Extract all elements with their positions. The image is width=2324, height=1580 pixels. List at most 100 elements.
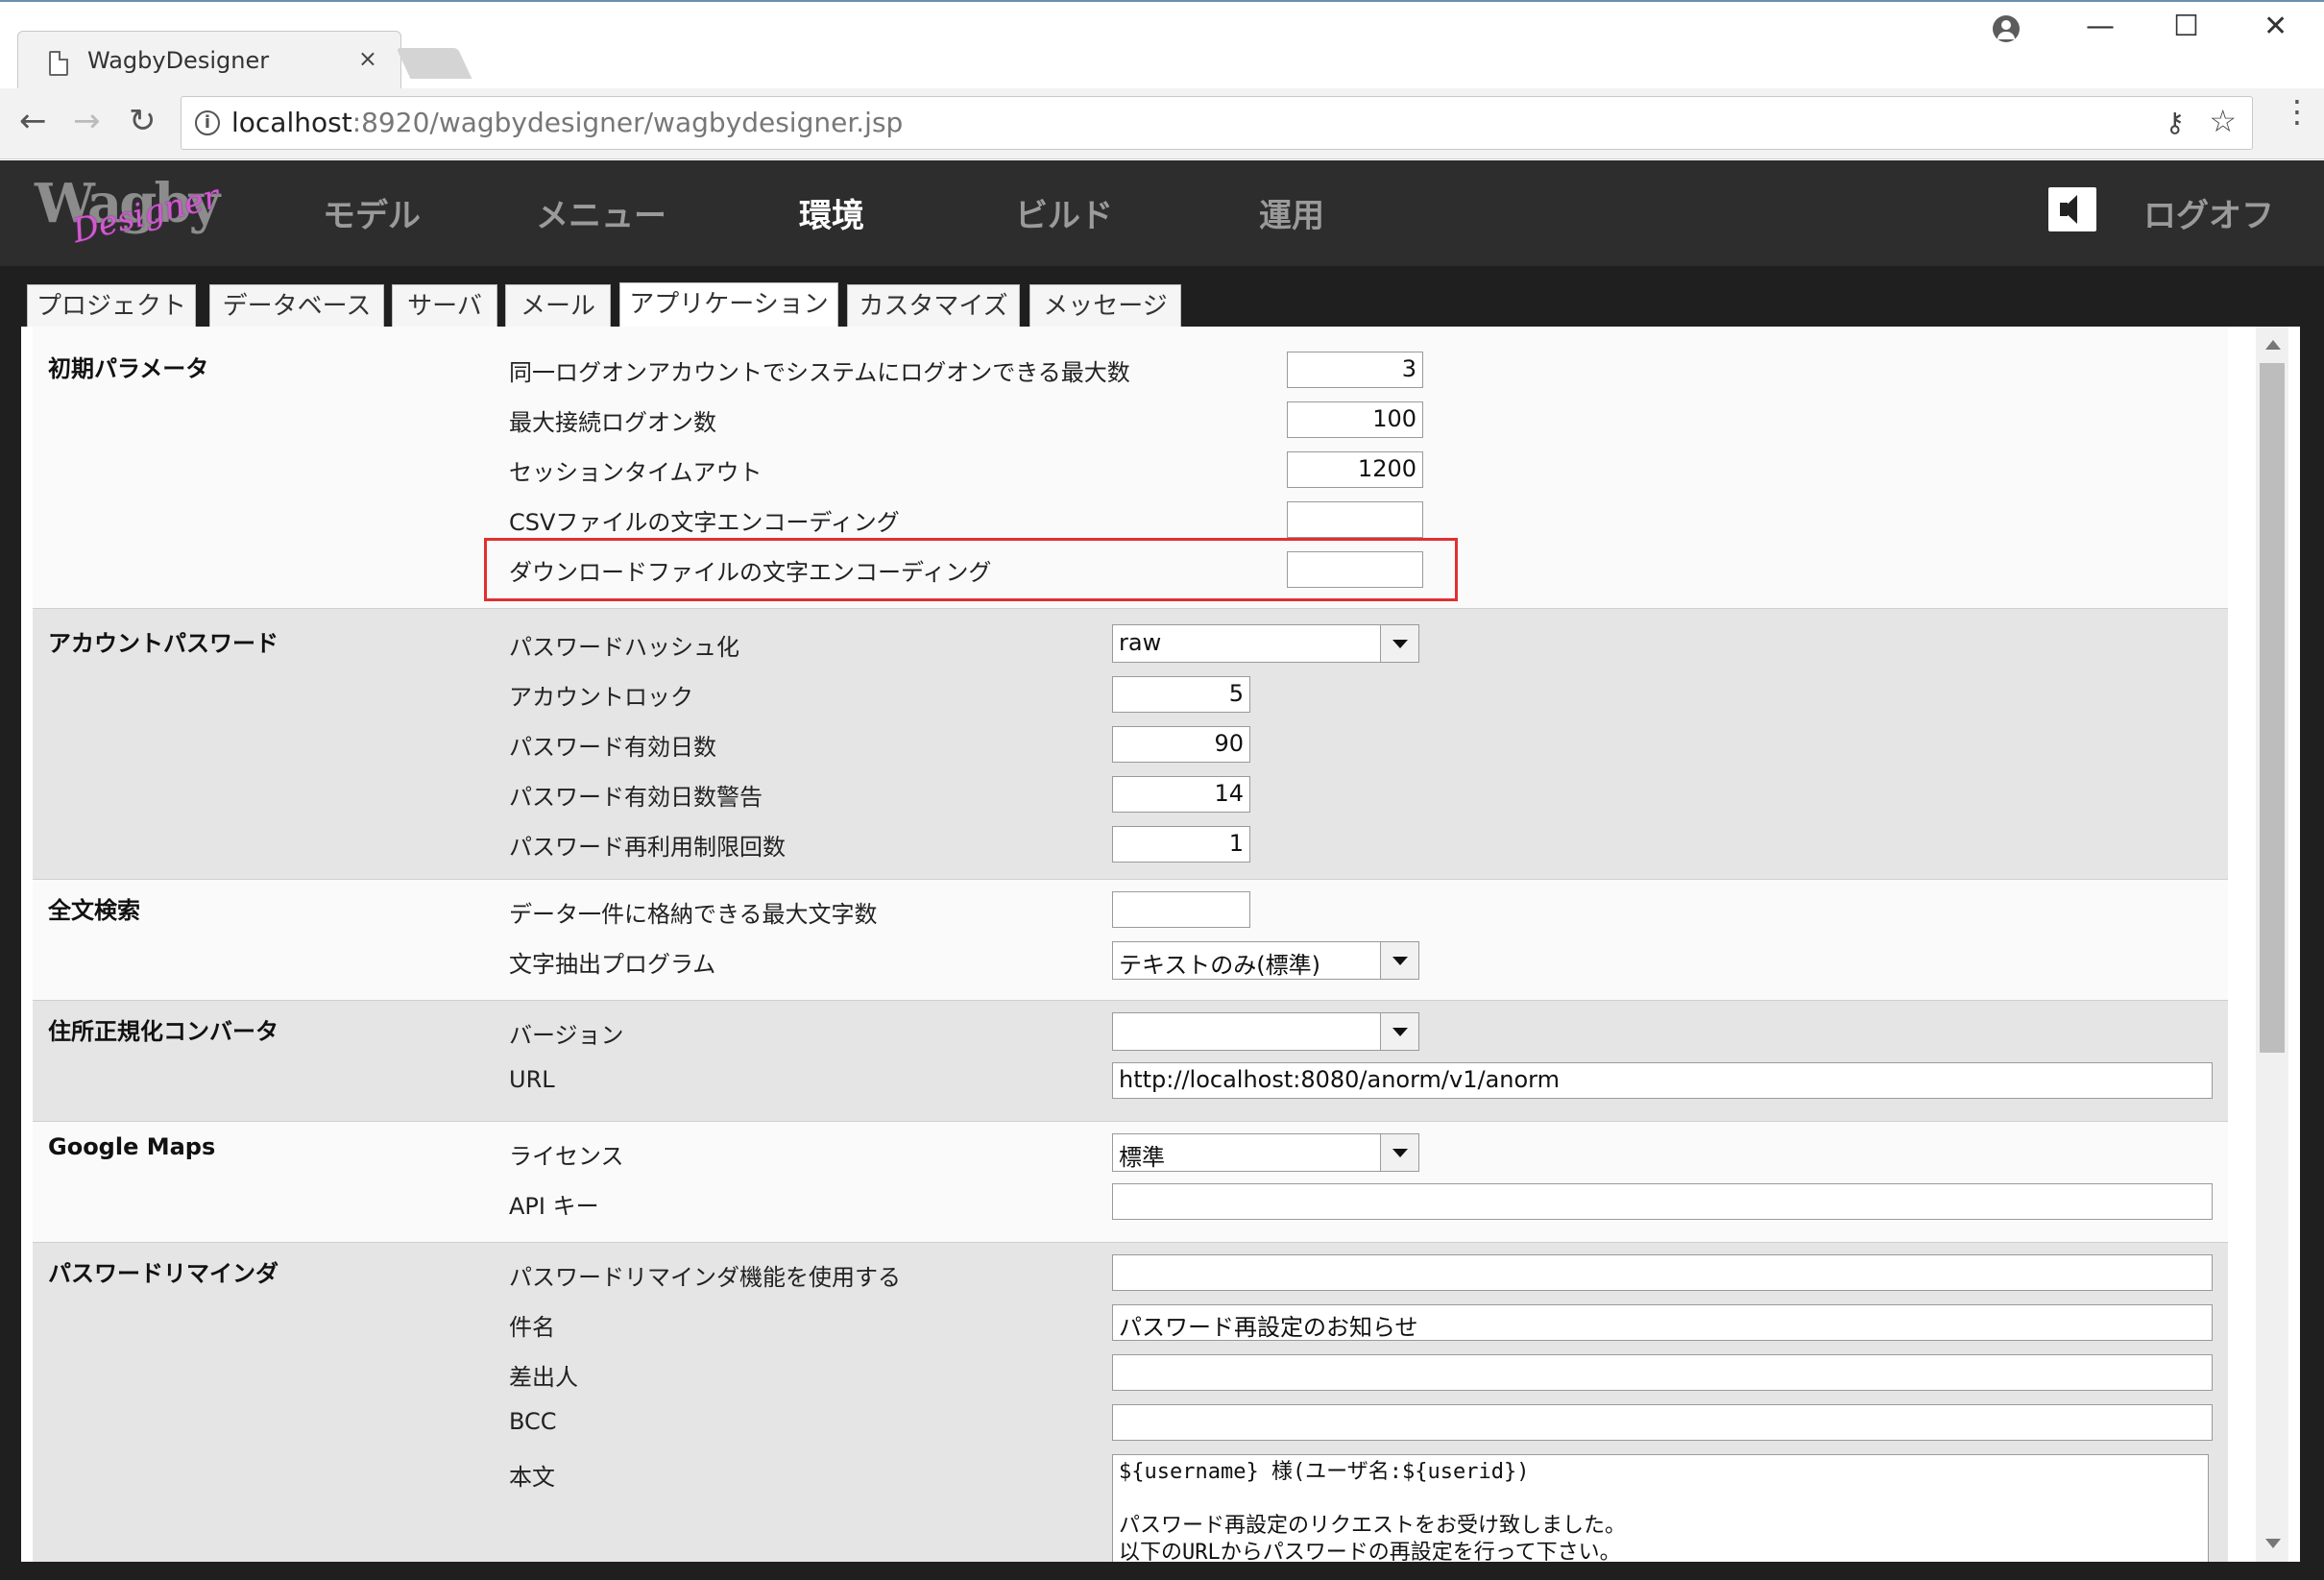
wagby-designer-logo: Wagby Designer [35, 172, 227, 251]
nav-operation[interactable]: 運用 [1259, 189, 1324, 236]
reload-icon[interactable]: ↻ [129, 102, 157, 140]
row-label: API キー [509, 1193, 599, 1220]
info-icon[interactable]: i [195, 110, 220, 135]
password-reuse-limit-input[interactable]: 1 [1112, 826, 1250, 863]
password-warning-days-input[interactable]: 14 [1112, 776, 1250, 813]
address-bar[interactable]: i localhost:8920/wagbydesigner/wagbydesi… [181, 96, 2253, 150]
row-label: バージョン [509, 1022, 624, 1049]
browser-titlebar: WagbyDesigner × — ☐ ✕ [0, 0, 2324, 90]
section-title: 全文検索 [48, 897, 140, 924]
row-label: パスワードリマインダ機能を使用する [509, 1264, 901, 1291]
chevron-down-icon[interactable] [1380, 1134, 1418, 1171]
row-label: 本文 [509, 1464, 555, 1491]
browser-menu-icon[interactable]: ⋮ [2282, 96, 2312, 127]
account-lock-input[interactable]: 5 [1112, 676, 1250, 713]
body-line [1119, 1486, 2202, 1513]
row-label: URL [509, 1066, 555, 1093]
back-icon[interactable]: ← [19, 102, 47, 140]
row-label: 同一ログオンアカウントでシステムにログオンできる最大数 [509, 359, 1130, 386]
session-timeout-input[interactable]: 1200 [1287, 451, 1423, 488]
subtab-project[interactable]: プロジェクト [27, 284, 196, 328]
subtab-customize[interactable]: カスタマイズ [847, 284, 1020, 328]
chevron-down-icon[interactable] [1380, 1013, 1418, 1050]
section-password-reminder: パスワードリマインダ パスワードリマインダ機能を使用する 件名 パスワード再設定… [33, 1243, 2228, 1562]
logoff-button[interactable]: ログオフ [2143, 189, 2274, 236]
row-label: アカウントロック [509, 684, 693, 711]
section-fulltext-search: 全文検索 データ一件に格納できる最大文字数 文字抽出プログラム テキストのみ(標… [33, 880, 2228, 1001]
subtab-message[interactable]: メッセージ [1029, 284, 1181, 328]
app-header: Wagby Designer モデル メニュー 環境 ビルド 運用 ログオフ [0, 160, 2324, 266]
subtab-database[interactable]: データベース [209, 284, 384, 328]
extract-program-select[interactable]: テキストのみ(標準) [1112, 941, 1419, 980]
row-label: BCC [509, 1408, 557, 1435]
select-value: raw [1119, 629, 1162, 656]
account-icon[interactable] [1993, 15, 2020, 42]
row-label: パスワード有効日数 [509, 734, 716, 761]
new-tab-button[interactable] [396, 48, 472, 79]
section-title: 初期パラメータ [48, 355, 209, 382]
section-title: パスワードリマインダ [48, 1260, 278, 1287]
scroll-thumb[interactable] [2260, 363, 2285, 1053]
browser-tab[interactable]: WagbyDesigner × [17, 31, 401, 90]
row-label: 差出人 [509, 1364, 578, 1391]
section-title: アカウントパスワード [48, 630, 278, 657]
bookmark-star-icon[interactable]: ☆ [2209, 103, 2237, 139]
browser-toolbar: ← → ↻ i localhost:8920/wagbydesigner/wag… [0, 88, 2324, 159]
body-textarea[interactable]: ${username} 様(ユーザ名:${userid}) パスワード再設定のリ… [1112, 1454, 2209, 1562]
select-value: 標準 [1119, 1144, 1165, 1171]
sender-input[interactable] [1112, 1354, 2213, 1391]
bcc-input[interactable] [1112, 1404, 2213, 1441]
subtab-server[interactable]: サーバ [392, 284, 497, 328]
maximize-icon[interactable]: ☐ [2173, 10, 2199, 43]
password-hash-select[interactable]: raw [1112, 624, 1419, 663]
select-value: テキストのみ(標準) [1119, 952, 1321, 979]
tab-title: WagbyDesigner [87, 47, 270, 74]
nav-model[interactable]: モデル [323, 189, 421, 236]
vertical-scrollbar[interactable] [2256, 327, 2288, 1562]
use-reminder-input[interactable] [1112, 1254, 2213, 1291]
url-host: localhost [231, 107, 352, 138]
nav-build[interactable]: ビルド [1015, 189, 1113, 236]
nav-environment[interactable]: 環境 [799, 189, 864, 236]
subtab-application[interactable]: アプリケーション [619, 282, 838, 330]
subtab-mail[interactable]: メール [505, 284, 611, 328]
speaker-icon[interactable] [2048, 187, 2096, 231]
password-valid-days-input[interactable]: 90 [1112, 726, 1250, 763]
section-google-maps: Google Maps ライセンス 標準 API キー [33, 1122, 2228, 1243]
section-account-password: アカウントパスワード パスワードハッシュ化 raw アカウントロック 5 パスワ… [33, 609, 2228, 880]
body-line: ${username} 様(ユーザ名:${userid}) [1119, 1460, 1530, 1484]
row-label: 最大接続ログオン数 [509, 409, 716, 436]
forward-icon[interactable]: → [73, 102, 101, 140]
section-address-converter: 住所正規化コンバータ バージョン URL http://localhost:80… [33, 1001, 2228, 1122]
row-label: パスワード再利用制限回数 [509, 834, 786, 861]
scroll-down-icon[interactable] [2265, 1539, 2281, 1548]
row-label: 文字抽出プログラム [509, 951, 716, 978]
row-label: ライセンス [509, 1143, 624, 1170]
row-label: パスワード有効日数警告 [509, 784, 763, 811]
row-label: CSVファイルの文字エンコーディング [509, 509, 900, 536]
scroll-up-icon[interactable] [2265, 340, 2281, 350]
row-label: パスワードハッシュ化 [509, 634, 739, 661]
highlight-box [484, 538, 1458, 601]
api-key-input[interactable] [1112, 1183, 2213, 1220]
key-icon[interactable]: ⚷ [2165, 107, 2185, 138]
csv-encoding-input[interactable] [1287, 501, 1423, 538]
version-select[interactable] [1112, 1012, 1419, 1051]
subject-input[interactable]: パスワード再設定のお知らせ [1112, 1304, 2213, 1341]
max-logon-per-account-input[interactable]: 3 [1287, 352, 1423, 388]
url-text[interactable]: localhost:8920/wagbydesigner/wagbydesign… [231, 107, 903, 138]
tab-close-icon[interactable]: × [358, 45, 377, 72]
nav-menu[interactable]: メニュー [536, 189, 666, 236]
body-line: パスワード再設定のリクエストをお受け致しました。 [1119, 1514, 1627, 1538]
chevron-down-icon[interactable] [1380, 942, 1418, 979]
max-connection-input[interactable]: 100 [1287, 401, 1423, 438]
license-select[interactable]: 標準 [1112, 1133, 1419, 1172]
converter-url-input[interactable]: http://localhost:8080/anorm/v1/anorm [1112, 1062, 2213, 1099]
close-window-icon[interactable]: ✕ [2263, 10, 2288, 43]
minimize-icon[interactable]: — [2086, 10, 2115, 43]
row-label: セッションタイムアウト [509, 459, 763, 486]
section-title: 住所正規化コンバータ [48, 1018, 278, 1045]
chevron-down-icon[interactable] [1380, 625, 1418, 662]
max-chars-input[interactable] [1112, 891, 1250, 928]
settings-panel: 初期パラメータ 同一ログオンアカウントでシステムにログオンできる最大数 3 最大… [21, 327, 2300, 1562]
